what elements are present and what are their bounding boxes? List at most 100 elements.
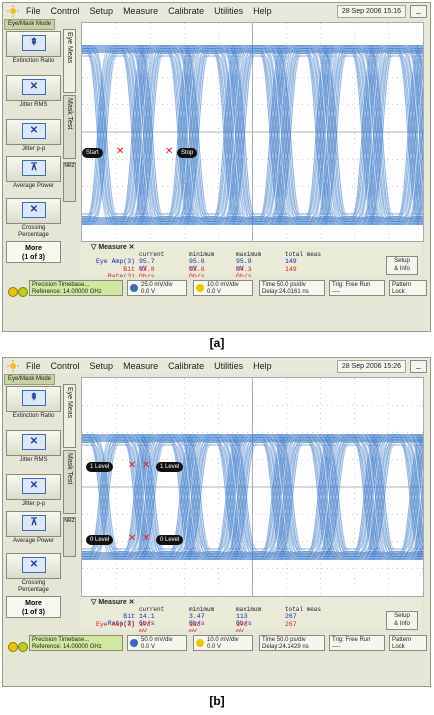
lock-label: Lock [392,289,405,295]
jitter-rms-icon: ✕ [22,79,46,95]
average-power-label: Average Power [13,183,54,189]
average-power-button[interactable]: ⊼ [6,156,61,182]
jitter-pp-button[interactable]: ✕ [6,119,61,145]
menu-help[interactable]: Help [253,6,272,16]
jitter-rms-button[interactable]: ✕ [6,430,61,456]
jitter-pp-icon: ✕ [22,123,46,139]
menu-file[interactable]: File [26,6,41,16]
channel-1-button[interactable]: 25.0 mV/div 0.0 V [127,280,187,296]
menu-calibrate[interactable]: Calibrate [168,361,204,371]
timebase-reference: Reference: 14.00000 GHz [32,289,102,295]
nrz-indicator[interactable]: NRZ [63,517,76,557]
ch1-scale: 50.0 mV/div [141,637,173,643]
more-button[interactable]: More (1 of 3) [6,241,61,263]
timebase-button[interactable]: Precision Timebase... Reference: 14.00000… [29,635,123,651]
tab-mask-test[interactable]: Mask Test [63,95,76,159]
ch2-offset: 0.0 V [207,289,222,295]
time-delay: Delay:24.0161 ns [262,289,309,295]
tab-mask-test[interactable]: Mask Test [63,450,76,514]
ch1-scale: 25.0 mV/div [141,282,173,288]
menu-measure[interactable]: Measure [123,6,158,16]
header-maximum: maximum [236,251,262,258]
setup-info-button[interactable]: Setup & Info [386,256,418,275]
time-scale: Time 50.0 ps/div [262,282,306,288]
header-total-meas: total meas [285,251,322,258]
one-level-right-cross: ✕ [142,460,151,471]
jitter-pp-button[interactable]: ✕ [6,474,61,500]
one-level-left-marker[interactable]: 1 Level [86,462,114,472]
eye-diagram-display[interactable]: Start ✕ ✕ Stop [81,22,424,242]
menu-file[interactable]: File [26,361,41,371]
info-label: & Info [394,621,410,627]
pattern-lock-button[interactable]: Pattern Lock [389,635,427,651]
setup-info-button[interactable]: Setup & Info [386,611,418,630]
tab-eye-meas[interactable]: Eye Meas [63,384,76,448]
measure-title: ▽ Measure ✕ [91,244,135,251]
timebase-icons [8,638,28,656]
extinction-ratio-button[interactable]: ⇞ [6,31,61,57]
menu-calibrate[interactable]: Calibrate [168,6,204,16]
ch2-offset: 0.0 V [207,644,222,650]
menu-utilities[interactable]: Utilities [214,6,243,16]
zero-level-left-cross: ✕ [128,533,137,544]
more-button[interactable]: More (1 of 3) [6,596,61,618]
average-power-button[interactable]: ⊼ [6,511,61,537]
row-total: 267 [285,613,297,620]
menu-control[interactable]: Control [51,361,80,371]
average-power-icon: ⊼ [22,160,46,176]
menu-setup[interactable]: Setup [90,361,114,371]
channel-icon [130,639,138,647]
one-level-right-marker[interactable]: 1 Level [156,462,184,472]
menu-utilities[interactable]: Utilities [214,361,243,371]
minimize-button[interactable]: _ [410,360,427,373]
mode-tab[interactable]: Eye/Mask Mode [4,374,56,385]
setup-label: Setup [394,613,410,619]
trigger-label: Trig: Free Run [332,282,371,288]
channel-2-button[interactable]: 10.0 mV/div 0.0 V [193,280,253,296]
time-button[interactable]: Time 50.0 ps/div Delay:24.0161 ns [259,280,325,296]
average-power-label: Average Power [13,538,54,544]
channel-icon [130,284,138,292]
eye-diagram-display[interactable]: 1 Level ✕ ✕ 1 Level 0 Level ✕ ✕ 0 Level [81,377,424,597]
zero-level-right-marker[interactable]: 0 Level [156,535,184,545]
measure-panel: ▽ Measure ✕ current minimum maximum tota… [81,241,422,280]
indicator-icon [8,641,18,652]
row-total: 267 [285,621,297,628]
minimize-button[interactable]: _ [410,5,427,18]
nrz-label: NRZ [64,518,75,524]
menu-help[interactable]: Help [253,361,272,371]
jitter-pp-label: Jitter p-p [21,501,46,507]
vertical-tabs: Eye Meas Mask Test NRZ [63,384,77,624]
one-level-left-cross: ✕ [128,460,137,471]
caption-a: [a] [209,336,225,350]
jitter-rms-button[interactable]: ✕ [6,75,61,101]
crossing-percentage-button[interactable]: ✕ [6,198,61,224]
crossing-percentage-label: Crossing Percentage [18,225,49,238]
extinction-ratio-button[interactable]: ⇞ [6,386,61,412]
eye-diagram-svg [82,23,423,241]
timebase-label: Precision Timebase... [32,282,90,288]
trigger-button[interactable]: Trig: Free Run ---- [329,280,385,296]
channel-icon [196,284,204,292]
sun-icon [7,360,19,372]
more-page: (1 of 3) [22,609,45,616]
mode-tab[interactable]: Eye/Mask Mode [4,19,56,30]
pattern-lock-button[interactable]: Pattern Lock [389,280,427,296]
channel-1-button[interactable]: 50.0 mV/div 0.0 V [127,635,187,651]
start-marker[interactable]: Start [82,148,103,158]
crossing-percentage-button[interactable]: ✕ [6,553,61,579]
channel-icon [196,639,204,647]
menu-measure[interactable]: Measure [123,361,158,371]
nrz-indicator[interactable]: NRZ [63,162,76,202]
measure-title-text: Measure [98,244,127,251]
menu-control[interactable]: Control [51,6,80,16]
status-bar: Precision Timebase... Reference: 14.00000… [3,277,430,299]
trigger-button[interactable]: Trig: Free Run ---- [329,635,385,651]
time-button[interactable]: Time 50.0 ps/div Delay:24.1429 ns [259,635,325,651]
zero-level-left-marker[interactable]: 0 Level [86,535,114,545]
stop-marker[interactable]: Stop [177,148,198,158]
menu-setup[interactable]: Setup [90,6,114,16]
timebase-button[interactable]: Precision Timebase... Reference: 14.00000… [29,280,123,296]
channel-2-button[interactable]: 10.0 mV/div 0.0 V [193,635,253,651]
tab-eye-meas[interactable]: Eye Meas [63,29,76,93]
